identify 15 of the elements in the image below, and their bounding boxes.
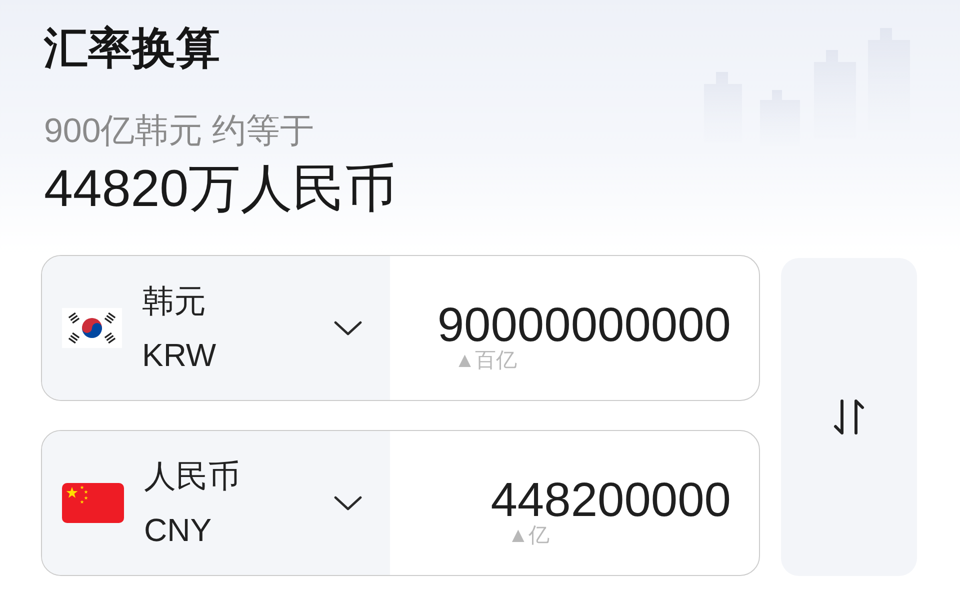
chevron-down-icon [334,496,362,510]
currency-code: KRW [142,336,216,375]
flag-icon [62,308,122,348]
page-title: 汇率换算 [44,23,221,75]
swap-icon [833,398,865,436]
chevron-down-icon [334,320,362,336]
conversion-caption: 900亿韩元 约等于 [44,111,316,152]
currency-selector[interactable]: 韩元 KRW [42,256,390,400]
swap-button[interactable] [781,258,917,576]
currency-name: 韩元 [142,282,207,321]
currency-selector[interactable]: 人民币 CNY [42,431,390,575]
flag-icon [62,483,124,523]
currency-name: 人民币 [144,457,240,496]
currency-code: CNY [144,511,213,550]
conversion-result: 44820万人民币 [44,159,398,219]
